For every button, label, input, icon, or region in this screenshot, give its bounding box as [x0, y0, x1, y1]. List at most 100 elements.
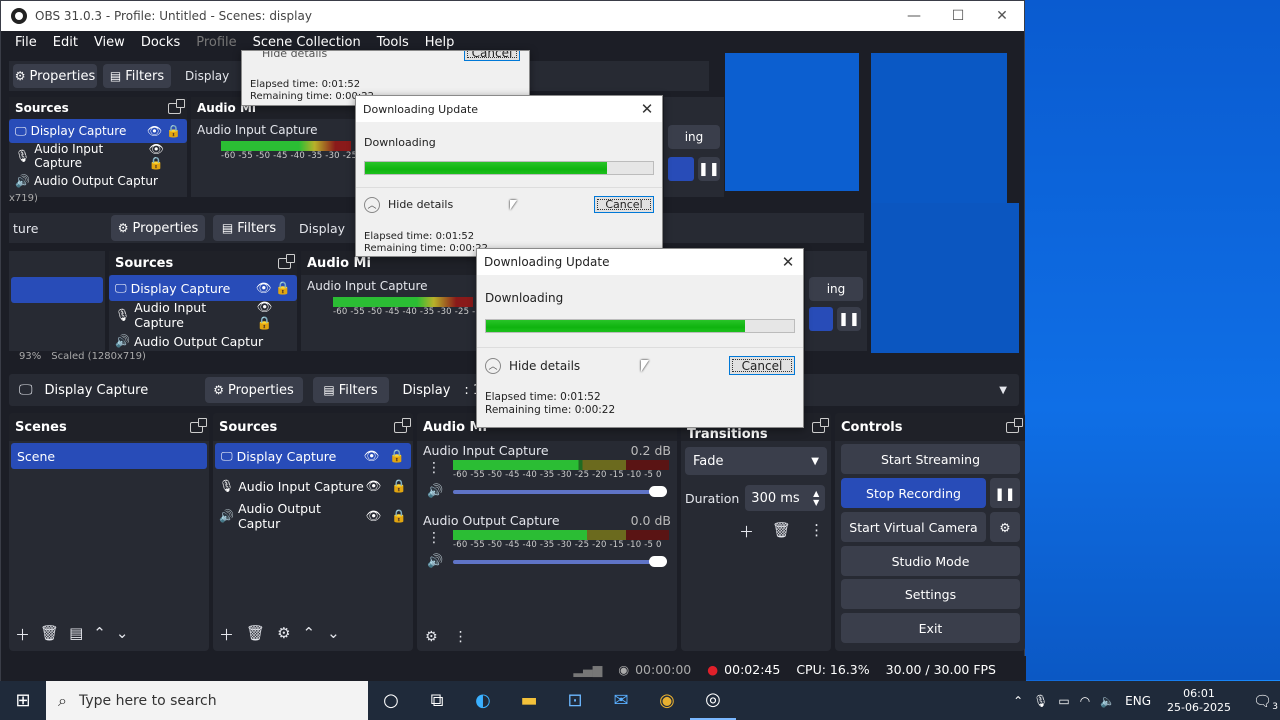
eye-icon[interactable]: 👁 — [366, 478, 382, 494]
menu-docks[interactable]: Docks — [133, 35, 188, 50]
filter-icon[interactable]: ▤ — [69, 624, 83, 645]
microphone-icon[interactable]: 🎙 — [1033, 694, 1048, 708]
eye-icon[interactable]: 👁 — [366, 508, 382, 524]
battery-icon[interactable]: ▭ — [1058, 694, 1069, 708]
close-icon[interactable]: ✕ — [632, 100, 662, 118]
chevron-up-icon[interactable]: ︿ — [364, 196, 380, 213]
wifi-icon[interactable]: ◠ — [1080, 694, 1090, 708]
mouse-cursor — [641, 360, 649, 372]
kebab-menu-icon[interactable]: ⋮ — [427, 530, 453, 546]
exit-button[interactable]: Exit — [841, 613, 1020, 643]
channel-2-volume-slider[interactable] — [453, 555, 667, 567]
front-dialog-hide-details[interactable]: Hide details — [509, 359, 580, 373]
add-source-icon[interactable]: ＋ — [219, 624, 234, 645]
kebab-menu-icon[interactable]: ⋮ — [809, 521, 824, 542]
menu-edit[interactable]: Edit — [45, 35, 86, 50]
language-indicator[interactable]: ENG — [1125, 694, 1151, 708]
back-dialog-cancel[interactable]: Cancel — [464, 51, 520, 61]
maximize-button[interactable]: ☐ — [936, 1, 980, 31]
undock-icon[interactable] — [1006, 417, 1023, 433]
menu-tools[interactable]: Tools — [369, 35, 417, 50]
middle-dialog-cancel[interactable]: Cancel — [594, 196, 654, 213]
chevron-down-icon[interactable]: ⌄ — [116, 624, 129, 645]
tray-chevron-up-icon[interactable]: ⌃ — [1013, 694, 1023, 708]
nested-b-filters-button[interactable]: ▤ Filters — [213, 215, 285, 241]
source-item-audio-output[interactable]: 🔊 Audio Output Captur 👁 🔒 — [213, 501, 413, 531]
speaker-icon[interactable]: 🔊 — [427, 554, 453, 569]
close-button[interactable]: ✕ — [980, 1, 1024, 31]
speaker-icon[interactable]: 🔊 — [427, 484, 453, 499]
mail-icon[interactable]: ✉ — [598, 681, 644, 720]
undock-icon[interactable] — [168, 98, 185, 114]
start-virtual-camera-button[interactable]: Start Virtual Camera — [841, 512, 986, 542]
properties-button[interactable]: ⚙ Properties — [204, 377, 303, 403]
trash-icon[interactable]: 🗑 — [246, 624, 265, 645]
settings-button[interactable]: Settings — [841, 579, 1020, 609]
undock-icon[interactable] — [394, 417, 411, 433]
kebab-menu-icon[interactable]: ⋮ — [454, 629, 468, 645]
windows-start-icon[interactable]: ⊞ — [0, 681, 46, 720]
undock-icon[interactable] — [812, 417, 829, 433]
filters-button[interactable]: ▤ Filters — [312, 377, 389, 403]
volume-icon[interactable]: 🔈 — [1100, 694, 1115, 708]
cortana-icon[interactable]: ○ — [368, 681, 414, 720]
front-dialog-cancel[interactable]: Cancel — [729, 356, 795, 375]
notification-icon[interactable]: 🗨 3 — [1253, 692, 1278, 712]
nested-a-properties-button[interactable]: ⚙ Properties — [13, 64, 97, 88]
speaker-icon: 🔊 — [15, 174, 30, 188]
chevron-up-icon[interactable]: ⌃ — [303, 624, 316, 645]
monitor-icon: 🖵 — [115, 280, 127, 295]
menu-help[interactable]: Help — [417, 35, 463, 50]
nested-a-source-3: Audio Output Captur — [33, 174, 158, 188]
store-icon[interactable]: ⊡ — [552, 681, 598, 720]
lock-icon[interactable]: 🔒 — [391, 478, 407, 494]
edge-icon[interactable]: ◐ — [460, 681, 506, 720]
filter-icon: ▤ — [323, 383, 335, 397]
clock-date[interactable]: 25-06-2025 — [1167, 701, 1231, 715]
add-transition-icon[interactable]: ＋ — [739, 521, 754, 542]
trash-icon[interactable]: 🗑 — [40, 624, 59, 645]
menu-view[interactable]: View — [86, 35, 133, 50]
menu-scene-collection[interactable]: Scene Collection — [245, 35, 369, 50]
duration-stepper[interactable]: 300 ms ▲ ▼ — [745, 485, 826, 511]
advanced-audio-gear-icon[interactable]: ⚙ — [425, 629, 438, 645]
undock-icon[interactable] — [190, 417, 207, 433]
chevron-down-icon[interactable]: ⌄ — [327, 624, 340, 645]
obs-taskbar-icon[interactable]: ◎ — [690, 681, 736, 720]
chevron-up-icon[interactable]: ︿ — [485, 357, 501, 374]
close-icon[interactable]: ✕ — [773, 253, 803, 271]
transition-select[interactable]: Fade ▼ — [685, 447, 827, 475]
trash-icon[interactable]: 🗑 — [772, 521, 791, 542]
task-view-icon[interactable]: ⧉ — [414, 681, 460, 720]
clock-time[interactable]: 06:01 — [1167, 687, 1231, 701]
menu-file[interactable]: File — [7, 35, 45, 50]
source-item-audio-input[interactable]: 🎙 Audio Input Capture 👁 🔒 — [213, 471, 413, 501]
middle-dialog-hide-details[interactable]: Hide details — [388, 198, 453, 211]
lock-icon[interactable]: 🔒 — [391, 508, 407, 524]
taskbar-search[interactable]: ⌕ Type here to search — [46, 681, 368, 720]
nested-b-properties-button[interactable]: ⚙ Properties — [111, 215, 205, 241]
nested-a-filters-button[interactable]: ▤ Filters — [103, 64, 171, 88]
kebab-menu-icon[interactable]: ⋮ — [427, 460, 453, 476]
pause-recording-icon[interactable]: ❚❚ — [990, 478, 1020, 508]
channel-1-volume-slider[interactable] — [453, 485, 667, 497]
source-item-display[interactable]: 🖵 Display Capture 👁 🔒 — [215, 443, 411, 469]
studio-mode-button[interactable]: Studio Mode — [841, 546, 1020, 576]
start-streaming-button[interactable]: Start Streaming — [841, 444, 1020, 474]
chevron-up-icon[interactable]: ⌃ — [93, 624, 106, 645]
chevron-down-icon[interactable]: ▼ — [999, 385, 1007, 396]
file-explorer-icon[interactable]: ▬ — [506, 681, 552, 720]
gear-icon[interactable]: ⚙ — [277, 624, 290, 645]
scene-item[interactable]: Scene — [11, 443, 207, 469]
lock-icon[interactable]: 🔒 — [389, 448, 405, 464]
add-scene-icon[interactable]: ＋ — [15, 624, 30, 645]
gear-icon: ⚙ — [213, 383, 225, 397]
virtual-camera-gear-icon[interactable]: ⚙ — [990, 512, 1020, 542]
undock-icon[interactable] — [278, 253, 295, 269]
minimize-button[interactable]: — — [892, 1, 936, 31]
back-dialog-hide[interactable]: Hide details — [262, 51, 327, 60]
eye-icon[interactable]: 👁 — [364, 448, 380, 464]
chrome-icon[interactable]: ◉ — [644, 681, 690, 720]
menu-profile[interactable]: Profile — [188, 35, 244, 50]
stop-recording-button[interactable]: Stop Recording — [841, 478, 986, 508]
